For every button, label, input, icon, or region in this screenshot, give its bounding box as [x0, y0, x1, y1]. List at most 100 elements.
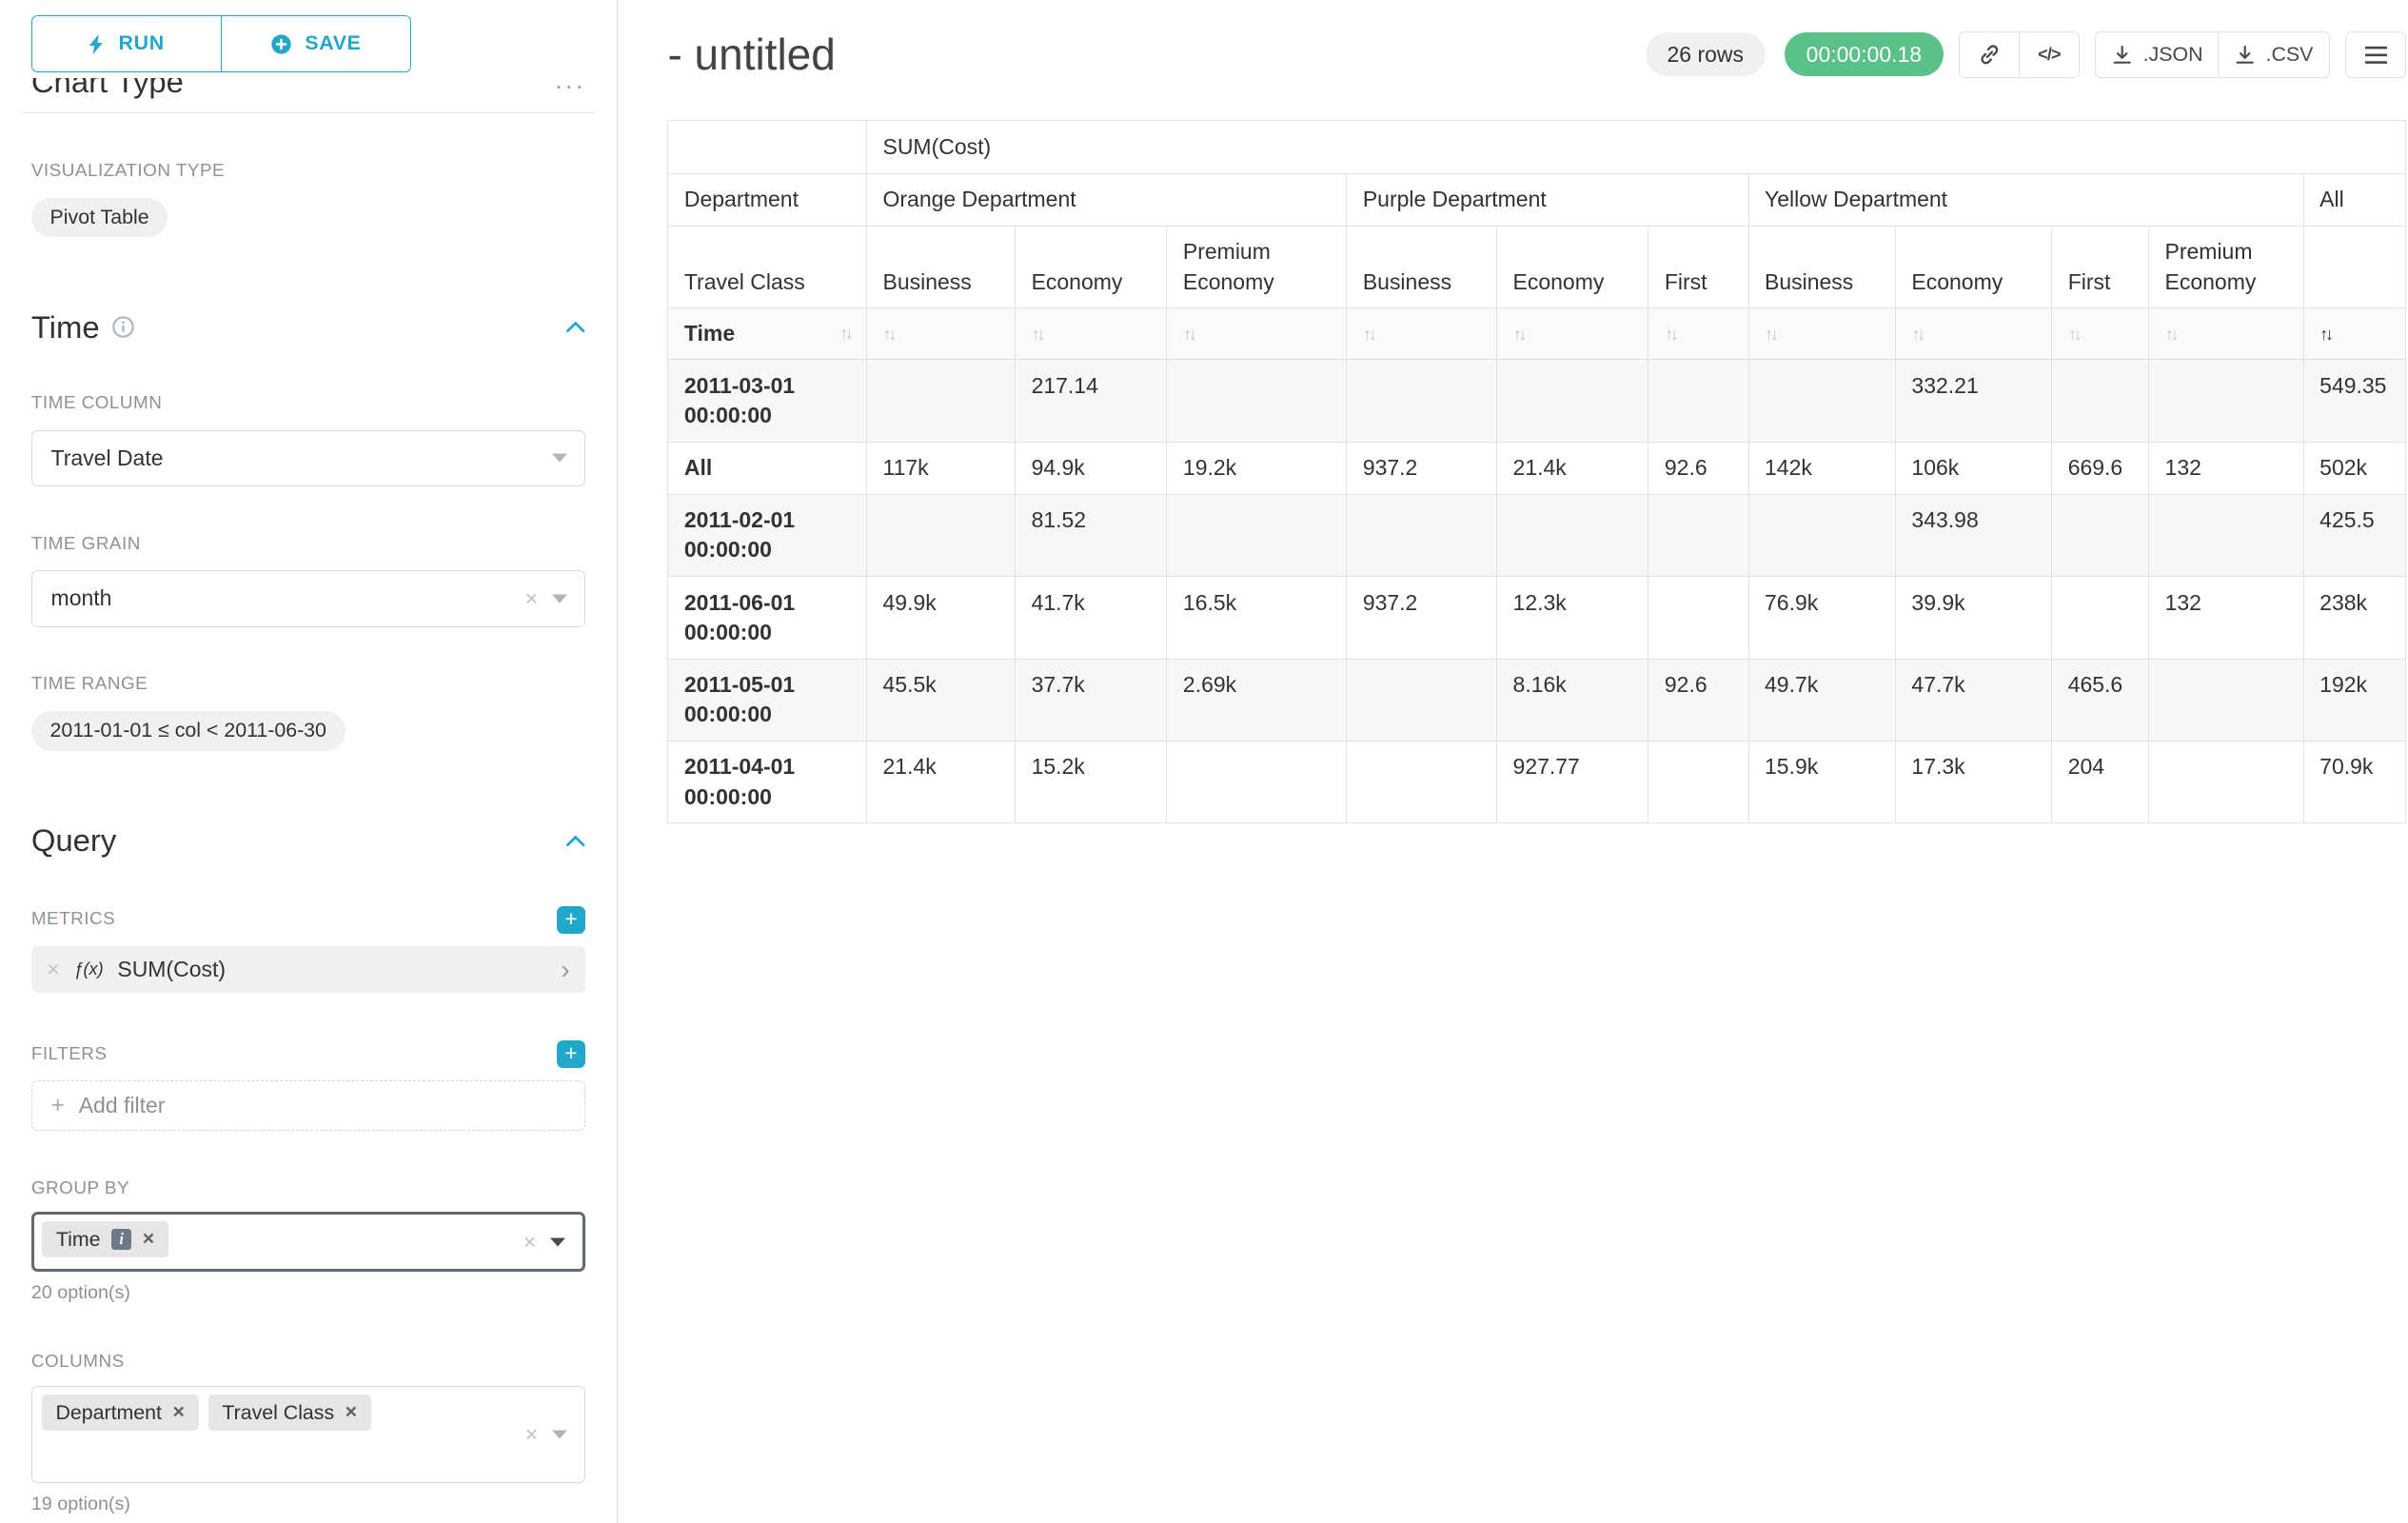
remove-value-icon[interactable]: ×: [143, 1229, 154, 1249]
sort-cell[interactable]: ↑↓: [1648, 308, 1748, 360]
columns-value-pill[interactable]: Department ×: [42, 1394, 199, 1431]
run-button-label: RUN: [119, 31, 165, 55]
value-cell: 117k: [867, 442, 1016, 494]
save-button[interactable]: SAVE: [221, 15, 411, 71]
group-by-options-hint: 20 option(s): [31, 1282, 585, 1304]
time-grain-select[interactable]: month ×: [31, 570, 585, 626]
sort-icon: ↑↓: [2165, 325, 2177, 344]
columns-select[interactable]: Department × Travel Class × ×: [31, 1386, 585, 1483]
columns-options-hint: 19 option(s): [31, 1493, 585, 1515]
add-filter-plus-button[interactable]: +: [557, 1040, 585, 1069]
add-metric-button[interactable]: +: [557, 906, 585, 935]
value-cell: 21.4k: [867, 741, 1016, 822]
plus-circle-icon: [270, 33, 292, 55]
link-icon: [1978, 43, 2002, 67]
remove-metric-icon[interactable]: ×: [47, 959, 59, 980]
time-range-label: TIME RANGE: [31, 674, 585, 696]
copy-link-button[interactable]: [1959, 31, 2020, 78]
chart-type-heading: Chart Type: [31, 78, 184, 100]
add-filter-button[interactable]: + Add filter: [31, 1080, 585, 1131]
value-cell: 238k: [2303, 577, 2405, 659]
sort-cell-active[interactable]: ↑↓: [2303, 308, 2405, 360]
collapse-chevron-up-icon[interactable]: [565, 835, 585, 847]
value-cell: 92.6: [1648, 659, 1748, 741]
clear-icon[interactable]: ×: [525, 587, 538, 609]
export-json-button[interactable]: .JSON: [2095, 31, 2220, 78]
sort-cell[interactable]: ↑↓: [2052, 308, 2149, 360]
corner-cell: [668, 121, 867, 173]
column-group-cell: All: [2303, 173, 2405, 226]
metric-name: SUM(Cost): [117, 957, 226, 982]
caret-down-icon[interactable]: [552, 594, 567, 603]
sort-cell[interactable]: ↑↓: [1497, 308, 1648, 360]
chart-header: - untitled 26 rows 00:00:00.18 </>: [667, 22, 2406, 88]
value-cell: 425.5: [2303, 494, 2405, 576]
sort-cell[interactable]: ↑↓: [2149, 308, 2304, 360]
group-by-select[interactable]: Time i × ×: [31, 1212, 585, 1271]
row-header-cell: 2011-04-01 00:00:00: [668, 741, 867, 822]
clear-icon[interactable]: ×: [523, 1231, 536, 1253]
value-cell: [1748, 360, 1895, 442]
value-cell: 45.5k: [867, 659, 1016, 741]
query-section-header[interactable]: Query: [31, 822, 585, 859]
export-csv-button[interactable]: .CSV: [2218, 31, 2330, 78]
value-cell: 927.77: [1497, 741, 1648, 822]
caret-down-icon[interactable]: [552, 1430, 567, 1438]
sort-cell[interactable]: ↑↓: [1748, 308, 1895, 360]
add-filter-label: Add filter: [79, 1093, 166, 1118]
value-cell: [2052, 360, 2149, 442]
value-cell: [867, 494, 1016, 576]
code-icon: </>: [2038, 45, 2061, 65]
value-cell: 332.21: [1896, 360, 2052, 442]
value-cell: 192k: [2303, 659, 2405, 741]
caret-down-icon[interactable]: [550, 1237, 565, 1246]
sort-cell[interactable]: ↑↓: [1896, 308, 2052, 360]
row-axis-sort-cell[interactable]: Time↑↓: [668, 308, 867, 360]
export-csv-label: .CSV: [2266, 43, 2314, 67]
embed-code-button[interactable]: </>: [2019, 31, 2080, 78]
remove-value-icon[interactable]: ×: [172, 1402, 184, 1422]
time-section-header[interactable]: Time: [31, 309, 585, 346]
caret-down-icon[interactable]: [552, 454, 567, 463]
value-cell: 15.2k: [1016, 741, 1167, 822]
value-cell: 17.3k: [1896, 741, 2052, 822]
run-button[interactable]: RUN: [31, 15, 222, 71]
columns-value-pill[interactable]: Travel Class ×: [208, 1394, 371, 1431]
chart-title[interactable]: - untitled: [667, 29, 835, 80]
value-cell: 49.9k: [867, 577, 1016, 659]
value-cell: [1347, 494, 1497, 576]
sort-cell[interactable]: ↑↓: [1347, 308, 1497, 360]
column-header-cell: Economy: [1497, 226, 1648, 307]
explore-view: RUN SAVE Chart Type ··· VISUALIZATION TY…: [0, 0, 2408, 1523]
metrics-label-text: METRICS: [31, 909, 115, 930]
value-cell: [1648, 494, 1748, 576]
sort-descending-icon: ↑↓: [2319, 325, 2331, 344]
row-header-cell: All: [668, 442, 867, 494]
remove-value-icon[interactable]: ×: [345, 1402, 357, 1422]
sort-cell[interactable]: ↑↓: [1167, 308, 1347, 360]
value-cell: 76.9k: [1748, 577, 1895, 659]
table-row: 2011-06-01 00:00:0049.9k41.7k16.5k937.21…: [668, 577, 2405, 659]
value-cell: 132: [2149, 577, 2304, 659]
row-count-badge: 26 rows: [1646, 32, 1766, 76]
visualization-type-value[interactable]: Pivot Table: [31, 198, 168, 237]
time-column-label: TIME COLUMN: [31, 392, 585, 414]
time-grain-value: month: [51, 585, 112, 611]
clear-icon[interactable]: ×: [525, 1423, 538, 1445]
sort-cell[interactable]: ↑↓: [867, 308, 1016, 360]
table-row: 2011-05-01 00:00:0045.5k37.7k2.69k8.16k9…: [668, 659, 2405, 741]
function-icon: ƒ(x): [73, 959, 103, 979]
menu-button[interactable]: [2345, 31, 2406, 78]
value-cell: 217.14: [1016, 360, 1167, 442]
time-range-value[interactable]: 2011-01-01 ≤ col < 2011-06-30: [31, 711, 345, 750]
column-info-icon: i: [111, 1229, 131, 1249]
collapse-chevron-up-icon[interactable]: [565, 321, 585, 333]
value-cell: 94.9k: [1016, 442, 1167, 494]
group-by-value-pill[interactable]: Time i ×: [42, 1221, 168, 1257]
sort-cell[interactable]: ↑↓: [1016, 308, 1167, 360]
chevron-right-icon[interactable]: ›: [561, 957, 569, 983]
time-column-select[interactable]: Travel Date: [31, 430, 585, 486]
filters-label: FILTERS +: [31, 1040, 585, 1069]
value-cell: 669.6: [2052, 442, 2149, 494]
metric-pill[interactable]: × ƒ(x) SUM(Cost) ›: [31, 946, 585, 993]
